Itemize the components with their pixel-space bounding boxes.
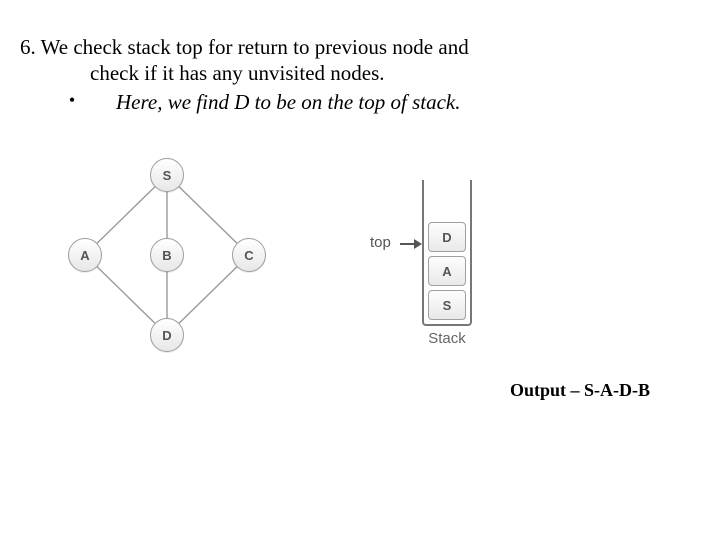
stack-cell: A <box>428 256 466 286</box>
stack-cell-label: A <box>442 264 451 279</box>
graph-node-D: D <box>150 318 184 352</box>
stack-top-label: top <box>370 234 391 251</box>
graph-node-B-label: B <box>162 248 171 263</box>
step-line-2: check if it has any unvisited nodes. <box>20 60 580 86</box>
graph-node-A-label: A <box>80 248 89 263</box>
stack-cell: D <box>428 222 466 252</box>
slide: 6. We check stack top for return to prev… <box>0 0 720 540</box>
graph-node-S-label: S <box>163 168 172 183</box>
graph-node-B: B <box>150 238 184 272</box>
stack-cell-label: S <box>443 298 452 313</box>
stack-cell: S <box>428 290 466 320</box>
graph-node-C: C <box>232 238 266 272</box>
stack: top D A S Stack <box>370 150 490 370</box>
step-bullet-text: Here, we find D to be on the top of stac… <box>92 89 461 115</box>
arrow-right-icon <box>400 235 422 253</box>
stack-container: D A S <box>422 180 472 326</box>
output-text: Output – S-A-D-B <box>510 380 650 401</box>
stack-label: Stack <box>414 330 480 347</box>
step-line-1: 6. We check stack top for return to prev… <box>20 34 580 60</box>
graph-node-D-label: D <box>162 328 171 343</box>
bullet-icon: • <box>20 89 92 112</box>
step-text: 6. We check stack top for return to prev… <box>20 34 580 115</box>
stack-cell-label: D <box>442 230 451 245</box>
graph-node-S: S <box>150 158 184 192</box>
graph-node-C-label: C <box>244 248 253 263</box>
diagram-area: S A B C D top D A S Stack <box>50 150 470 380</box>
step-bullet-row: • Here, we find D to be on the top of st… <box>20 89 580 115</box>
graph-node-A: A <box>68 238 102 272</box>
